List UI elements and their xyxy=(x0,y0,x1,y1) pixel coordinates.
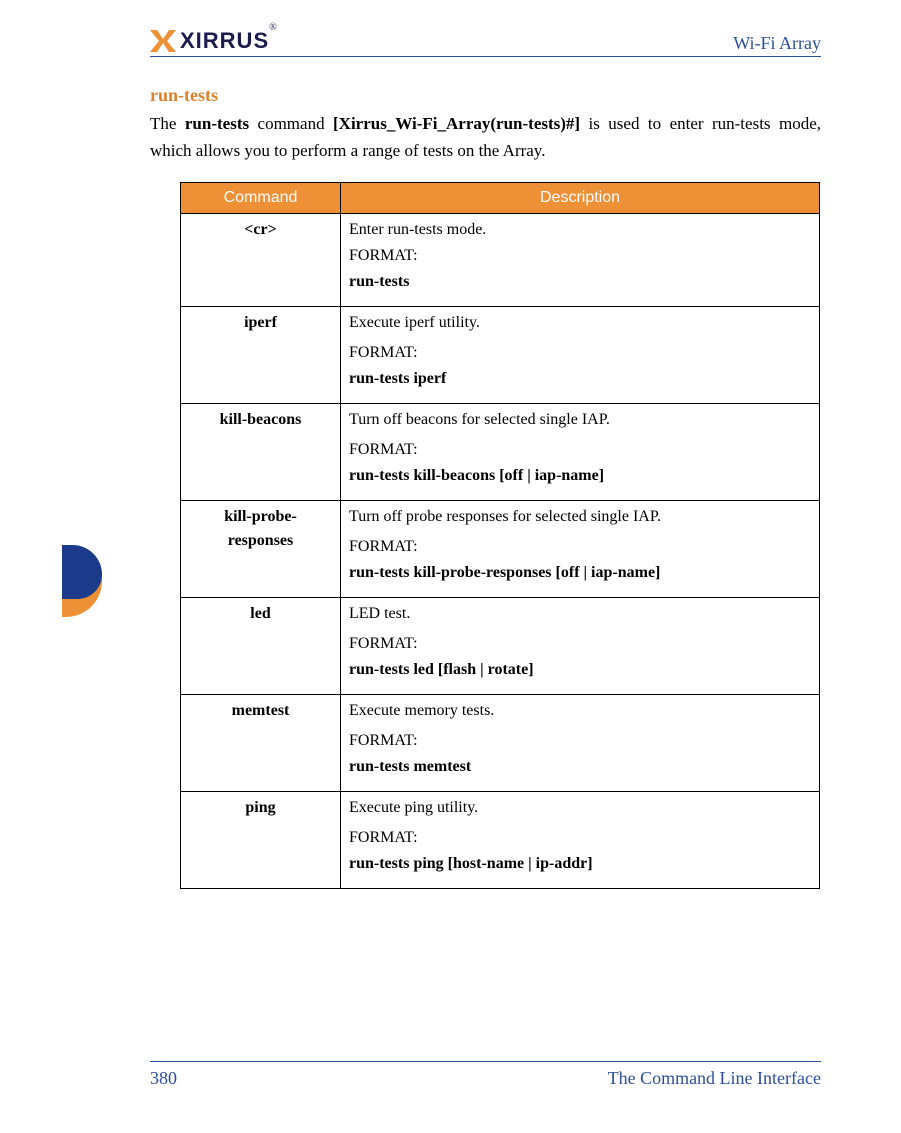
format-label: FORMAT: xyxy=(349,244,811,268)
table-row: <cr> Enter run-tests mode.FORMAT:run-test… xyxy=(181,214,820,307)
intro-bold-command: run-tests xyxy=(185,114,249,133)
format-value: run-tests led [flash | rotate] xyxy=(349,658,811,682)
format-label: FORMAT: xyxy=(349,826,811,850)
description-text: Turn off beacons for selected single IAP… xyxy=(349,408,811,432)
command-cell: kill-beacons xyxy=(181,404,341,501)
intro-bold-prompt: [Xirrus_Wi-Fi_Array(run-tests)#] xyxy=(333,114,580,133)
description-cell: Execute memory tests. FORMAT:run-tests me… xyxy=(341,695,820,792)
command-cell: <cr> xyxy=(181,214,341,307)
command-table: Command Description <cr> Enter run-tests … xyxy=(180,182,820,889)
table-header-row: Command Description xyxy=(181,183,820,214)
description-cell: Execute iperf utility. FORMAT:run-tests i… xyxy=(341,307,820,404)
format-label: FORMAT: xyxy=(349,341,811,365)
command-cell: iperf xyxy=(181,307,341,404)
description-text: Turn off probe responses for selected si… xyxy=(349,505,811,529)
command-name: kill-beacons xyxy=(220,411,302,428)
table-row: kill-beacons Turn off beacons for selecte… xyxy=(181,404,820,501)
intro-paragraph: The run-tests command [Xirrus_Wi-Fi_Arra… xyxy=(150,110,821,164)
section-heading: run-tests xyxy=(150,85,821,106)
brand-name-text: XIRRUS xyxy=(180,28,269,53)
format-value: run-tests xyxy=(349,270,811,294)
table-row: ping Execute ping utility. FORMAT:run-tes… xyxy=(181,792,820,889)
intro-text: command xyxy=(249,114,333,133)
description-text: LED test. xyxy=(349,602,811,626)
format-value: run-tests ping [host-name | ip-addr] xyxy=(349,852,811,876)
table-row: led LED test. FORMAT:run-tests led [flash … xyxy=(181,598,820,695)
description-text: Execute ping utility. xyxy=(349,796,811,820)
description-cell: Execute ping utility. FORMAT:run-tests pi… xyxy=(341,792,820,889)
command-cell: memtest xyxy=(181,695,341,792)
table-header-description: Description xyxy=(341,183,820,214)
brand-logo: XIRRUS® xyxy=(150,28,277,54)
chapter-title: The Command Line Interface xyxy=(608,1068,821,1089)
description-text: Execute iperf utility. xyxy=(349,311,811,335)
command-name: iperf xyxy=(244,314,277,331)
command-cell: led xyxy=(181,598,341,695)
command-name: ping xyxy=(245,799,275,816)
format-label: FORMAT: xyxy=(349,729,811,753)
format-value: run-tests kill-probe-responses [off | ia… xyxy=(349,561,811,585)
table-row: memtest Execute memory tests. FORMAT:run-… xyxy=(181,695,820,792)
brand-mark-icon xyxy=(150,30,176,52)
table-row: iperf Execute iperf utility. FORMAT:run-t… xyxy=(181,307,820,404)
command-name: led xyxy=(250,605,270,622)
page-content: XIRRUS® Wi-Fi Array run-tests The run-te… xyxy=(150,28,821,889)
document-page: XIRRUS® Wi-Fi Array run-tests The run-te… xyxy=(0,0,901,1133)
description-text: Enter run-tests mode. xyxy=(349,218,811,242)
description-cell: LED test. FORMAT:run-tests led [flash | r… xyxy=(341,598,820,695)
format-value: run-tests kill-beacons [off | iap-name] xyxy=(349,464,811,488)
format-label: FORMAT: xyxy=(349,535,811,559)
format-label: FORMAT: xyxy=(349,438,811,462)
format-value: run-tests memtest xyxy=(349,755,811,779)
page-header: XIRRUS® Wi-Fi Array xyxy=(150,28,821,57)
intro-text: The xyxy=(150,114,185,133)
format-label: FORMAT: xyxy=(349,632,811,656)
table-row: kill-probe-responses Turn off probe resp… xyxy=(181,501,820,598)
product-name: Wi-Fi Array xyxy=(733,33,821,54)
format-value: run-tests iperf xyxy=(349,367,811,391)
table-header-command: Command xyxy=(181,183,341,214)
page-number: 380 xyxy=(150,1068,177,1089)
brand-name: XIRRUS® xyxy=(180,28,277,54)
command-name: memtest xyxy=(232,702,290,719)
description-cell: Turn off beacons for selected single IAP… xyxy=(341,404,820,501)
command-cell: ping xyxy=(181,792,341,889)
command-name: <cr> xyxy=(244,221,276,238)
description-cell: Enter run-tests mode.FORMAT:run-tests xyxy=(341,214,820,307)
description-cell: Turn off probe responses for selected si… xyxy=(341,501,820,598)
page-footer: 380 The Command Line Interface xyxy=(150,1061,821,1089)
command-name: kill-probe-responses xyxy=(224,508,297,549)
command-cell: kill-probe-responses xyxy=(181,501,341,598)
description-text: Execute memory tests. xyxy=(349,699,811,723)
registered-mark-icon: ® xyxy=(269,22,277,33)
section-tab-icon xyxy=(62,545,102,617)
